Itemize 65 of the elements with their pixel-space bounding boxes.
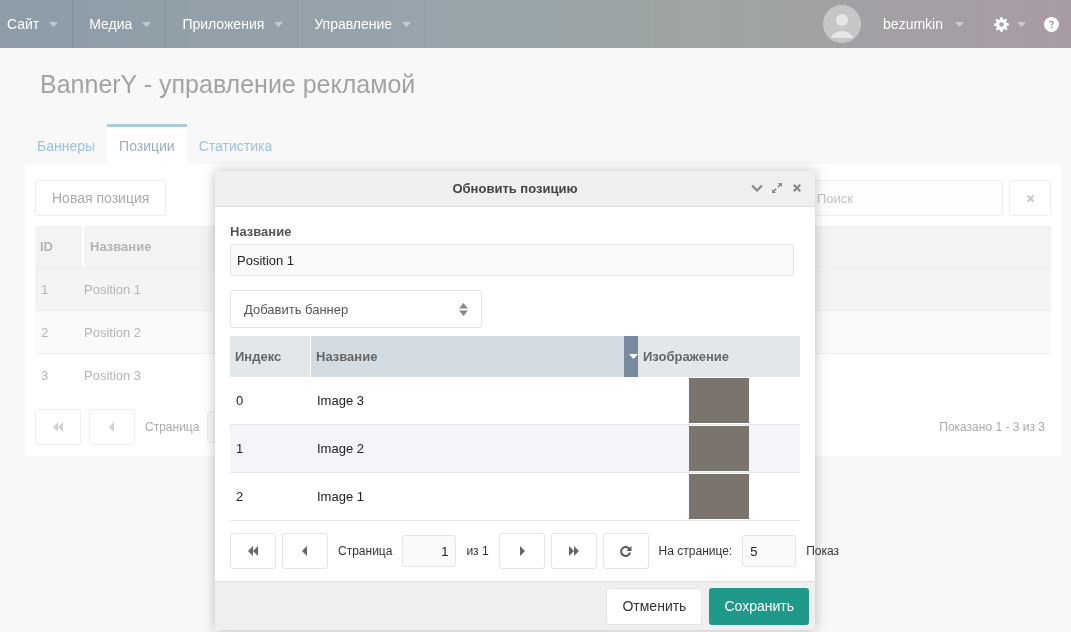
table-cell-text: Image 1	[316, 489, 365, 504]
per-page-input[interactable]: 5	[742, 535, 797, 567]
nav-menu[interactable]: Медиа	[73, 0, 167, 48]
help-icon[interactable]	[1044, 16, 1059, 32]
page-input[interactable]: 1	[402, 535, 457, 567]
first-page-button[interactable]	[230, 533, 276, 569]
expand-icon[interactable]	[771, 182, 783, 194]
chevron-down-icon[interactable]	[751, 182, 763, 194]
page-label: Страница	[145, 420, 200, 434]
table-cell: Position 1	[84, 281, 142, 297]
column-menu-trigger[interactable]	[624, 336, 638, 377]
double-left-arrow-icon	[52, 421, 64, 433]
double-left-arrow-icon	[247, 545, 259, 557]
tab[interactable]: Статистика	[186, 124, 285, 164]
table-cell-text: 2	[235, 489, 245, 504]
table-cell: Position 2	[84, 324, 142, 340]
table-cell-text: Image 3	[316, 393, 365, 408]
tab[interactable]: Баннеры	[25, 124, 108, 164]
table-cell-text: 2	[40, 324, 50, 340]
user-menu[interactable]: bezumkin	[871, 16, 976, 32]
column-header[interactable]: Изображение	[638, 336, 800, 377]
caret-icon	[142, 21, 152, 27]
caret-icon	[274, 21, 284, 27]
table-cell-text: 1	[235, 441, 245, 456]
dialog-title: Обновить позицию	[452, 181, 578, 196]
avatar[interactable]	[823, 5, 862, 43]
photo-placeholder	[689, 378, 749, 423]
nav-menu[interactable]: Сайт	[0, 0, 74, 48]
settings-icon	[994, 16, 1009, 32]
page-count: из 1	[466, 544, 489, 558]
table-cell-text: 0	[235, 393, 245, 408]
nav-menu[interactable]: Управление	[298, 0, 427, 48]
last-page-button[interactable]	[550, 533, 597, 569]
cancel-button[interactable]: Отменить	[606, 587, 703, 625]
pager-summary: Показано 1 - 3 из 3	[939, 420, 1046, 434]
double-right-arrow-icon	[567, 545, 580, 557]
caret-icon	[49, 21, 59, 27]
caret-icon	[402, 21, 412, 27]
new-position-button[interactable]: Новая позиция	[35, 180, 167, 216]
close-icon	[1024, 192, 1036, 204]
column-header[interactable]: Индекс	[230, 336, 311, 377]
close-icon	[791, 182, 803, 194]
photo-placeholder	[689, 426, 749, 471]
refresh-button[interactable]	[602, 533, 649, 569]
nav-menu[interactable]: Приложения	[166, 0, 299, 48]
tab[interactable]: Позиции	[107, 124, 187, 164]
display-info: Показ	[806, 544, 840, 558]
table-cell-text: Image 2	[316, 441, 365, 456]
page-label: Страница	[338, 544, 393, 558]
sort-arrows-icon	[459, 302, 468, 316]
table-cell: Position 3	[84, 367, 142, 383]
add-banner-select[interactable]: Добавить баннер	[230, 290, 482, 328]
photo-placeholder	[689, 474, 749, 519]
column-header[interactable]: Название	[84, 226, 152, 267]
table-cell-text: 1	[40, 281, 50, 297]
caret-icon	[955, 21, 964, 27]
refresh-icon	[619, 544, 633, 558]
page-title: BannerY - управление рекламой	[40, 70, 417, 100]
column-header[interactable]: Название	[311, 336, 638, 377]
name-input[interactable]: Position 1	[230, 244, 794, 276]
save-button[interactable]: Сохранить	[709, 587, 809, 625]
per-page-label: На странице:	[658, 544, 733, 558]
table-cell-text: 3	[40, 367, 50, 383]
caret-icon	[1017, 21, 1026, 27]
field-label: Название	[230, 224, 293, 239]
